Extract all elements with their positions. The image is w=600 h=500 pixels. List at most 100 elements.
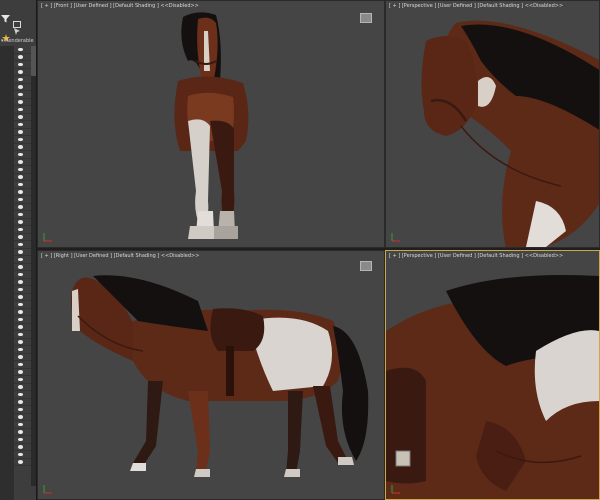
explorer-row[interactable]	[14, 211, 32, 219]
visibility-eye-icon[interactable]	[18, 190, 23, 194]
explorer-row[interactable]	[14, 196, 32, 204]
explorer-row[interactable]	[14, 144, 32, 151]
explorer-row[interactable]	[14, 174, 32, 181]
visibility-eye-icon[interactable]	[18, 235, 23, 239]
explorer-row[interactable]	[14, 264, 32, 271]
explorer-row[interactable]	[14, 316, 32, 324]
visibility-eye-icon[interactable]	[18, 220, 23, 224]
visibility-eye-icon[interactable]	[18, 145, 23, 149]
explorer-row[interactable]	[14, 376, 32, 384]
visibility-eye-icon[interactable]	[18, 100, 23, 104]
explorer-row[interactable]	[14, 69, 32, 76]
visibility-eye-icon[interactable]	[18, 310, 23, 314]
explorer-row[interactable]	[14, 459, 32, 466]
visibility-eye-icon[interactable]	[18, 362, 23, 366]
explorer-row[interactable]	[14, 301, 32, 309]
explorer-row[interactable]	[14, 324, 32, 331]
explorer-row[interactable]	[14, 406, 32, 414]
visibility-eye-icon[interactable]	[18, 257, 23, 261]
visibility-eye-icon[interactable]	[18, 227, 23, 231]
explorer-row[interactable]	[14, 129, 32, 136]
visibility-eye-icon[interactable]	[18, 265, 23, 269]
explorer-root-item[interactable]: ▾ Renderable	[1, 37, 37, 45]
viewcube-icon[interactable]	[360, 261, 372, 271]
explorer-row[interactable]	[14, 159, 32, 166]
filter-icon[interactable]	[1, 14, 10, 23]
explorer-row[interactable]	[14, 219, 32, 226]
new-layer-icon[interactable]	[13, 14, 22, 28]
viewport-front[interactable]: [ + ] [Front ] [User Defined ] [Default …	[37, 0, 385, 248]
visibility-eye-icon[interactable]	[18, 197, 23, 201]
visibility-eye-icon[interactable]	[18, 242, 23, 246]
explorer-row[interactable]	[14, 241, 32, 249]
explorer-row[interactable]	[14, 339, 32, 346]
explorer-row[interactable]	[14, 76, 32, 84]
explorer-row[interactable]	[14, 309, 32, 316]
visibility-eye-icon[interactable]	[18, 295, 23, 299]
explorer-row[interactable]	[14, 204, 32, 211]
visibility-eye-icon[interactable]	[18, 407, 23, 411]
explorer-row[interactable]	[14, 91, 32, 99]
explorer-row[interactable]	[14, 136, 32, 144]
viewport-perspective-top[interactable]: [ + ] [Perspective ] [User Defined ] [De…	[385, 0, 600, 248]
viewport-label[interactable]: [ + ] [Perspective ] [User Defined ] [De…	[389, 253, 563, 259]
visibility-eye-icon[interactable]	[18, 272, 23, 276]
viewcube-icon[interactable]	[360, 13, 372, 23]
visibility-eye-icon[interactable]	[18, 130, 23, 134]
explorer-row[interactable]	[14, 414, 32, 421]
visibility-eye-icon[interactable]	[18, 317, 23, 321]
visibility-eye-icon[interactable]	[18, 160, 23, 164]
explorer-row[interactable]	[14, 46, 32, 54]
viewport-right[interactable]: [ + ] [Right ] [User Defined ] [Default …	[37, 250, 385, 500]
explorer-row[interactable]	[14, 249, 32, 256]
visibility-eye-icon[interactable]	[18, 400, 23, 404]
explorer-row[interactable]	[14, 436, 32, 444]
visibility-eye-icon[interactable]	[18, 167, 23, 171]
explorer-row[interactable]	[14, 84, 32, 91]
visibility-eye-icon[interactable]	[18, 77, 23, 81]
explorer-row[interactable]	[14, 279, 32, 286]
visibility-eye-icon[interactable]	[18, 287, 23, 291]
explorer-row[interactable]	[14, 331, 32, 339]
viewport-label[interactable]: [ + ] [Right ] [User Defined ] [Default …	[41, 253, 199, 259]
explorer-row[interactable]	[14, 361, 32, 369]
visibility-eye-icon[interactable]	[18, 280, 23, 284]
explorer-scrollbar-thumb[interactable]	[31, 46, 36, 76]
explorer-row[interactable]	[14, 346, 32, 354]
explorer-row[interactable]	[14, 151, 32, 159]
visibility-eye-icon[interactable]	[18, 205, 23, 209]
visibility-eye-icon[interactable]	[18, 347, 23, 351]
viewport-label[interactable]: [ + ] [Perspective ] [User Defined ] [De…	[389, 3, 563, 9]
visibility-eye-icon[interactable]	[18, 340, 23, 344]
visibility-eye-icon[interactable]	[18, 70, 23, 74]
visibility-eye-icon[interactable]	[18, 370, 23, 374]
explorer-row[interactable]	[14, 54, 32, 61]
visibility-eye-icon[interactable]	[18, 422, 23, 426]
explorer-row[interactable]	[14, 256, 32, 264]
visibility-eye-icon[interactable]	[18, 332, 23, 336]
collapse-arrow-icon[interactable]: ▾	[1, 38, 4, 44]
visibility-eye-icon[interactable]	[18, 325, 23, 329]
explorer-row[interactable]	[14, 114, 32, 121]
explorer-row[interactable]	[14, 391, 32, 399]
visibility-eye-icon[interactable]	[18, 47, 23, 51]
explorer-scrollbar[interactable]	[31, 46, 36, 486]
visibility-eye-icon[interactable]	[18, 415, 23, 419]
explorer-row[interactable]	[14, 121, 32, 129]
explorer-row[interactable]	[14, 234, 32, 241]
visibility-eye-icon[interactable]	[18, 152, 23, 156]
explorer-row[interactable]	[14, 61, 32, 69]
explorer-row[interactable]	[14, 429, 32, 436]
visibility-eye-icon[interactable]	[18, 430, 23, 434]
visibility-eye-icon[interactable]	[18, 137, 23, 141]
explorer-row[interactable]	[14, 294, 32, 301]
visibility-eye-icon[interactable]	[18, 92, 23, 96]
visibility-eye-icon[interactable]	[18, 445, 23, 449]
explorer-row[interactable]	[14, 384, 32, 391]
visibility-eye-icon[interactable]	[18, 452, 23, 456]
explorer-row[interactable]	[14, 421, 32, 429]
explorer-row[interactable]	[14, 271, 32, 279]
explorer-row[interactable]	[14, 106, 32, 114]
visibility-eye-icon[interactable]	[18, 122, 23, 126]
explorer-row[interactable]	[14, 226, 32, 234]
